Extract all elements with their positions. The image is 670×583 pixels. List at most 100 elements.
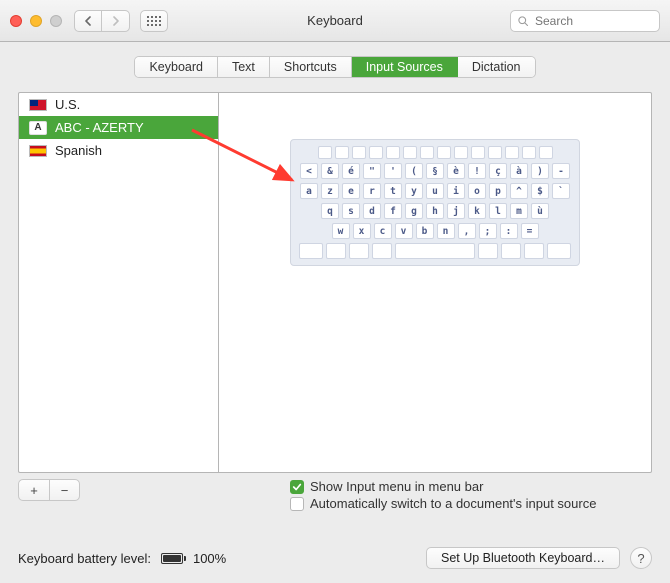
key: : [500,223,518,239]
grid-icon [147,16,161,26]
key [539,146,553,159]
key [488,146,502,159]
tab-keyboard[interactable]: Keyboard [135,57,218,77]
sources-pane: U.S. A ABC - AZERTY Spanish [19,93,219,472]
key: o [468,183,486,199]
key [299,243,323,259]
key [395,243,475,259]
options: Show Input menu in menu bar Automaticall… [290,479,596,513]
back-button[interactable] [74,10,102,32]
key: l [489,203,507,219]
key: " [363,163,381,179]
key [505,146,519,159]
key: x [353,223,371,239]
key: s [342,203,360,219]
key: y [405,183,423,199]
key: è [447,163,465,179]
key: ç [489,163,507,179]
key [369,146,383,159]
window-controls [10,15,62,27]
flag-us-icon [29,99,47,111]
key: ù [531,203,549,219]
key [372,243,392,259]
key [403,146,417,159]
key: t [384,183,402,199]
under-panes: + − Show Input menu in menu bar Automati… [18,473,652,513]
key [501,243,521,259]
tab-shortcuts[interactable]: Shortcuts [270,57,352,77]
help-button[interactable]: ? [630,547,652,569]
key: p [489,183,507,199]
add-source-button[interactable]: + [19,480,49,500]
keyboard-badge-icon: A [29,121,47,135]
key: i [447,183,465,199]
key: w [332,223,350,239]
option-show-menu[interactable]: Show Input menu in menu bar [290,479,596,494]
key: r [363,183,381,199]
key: é [342,163,360,179]
battery-value: 100% [193,551,226,566]
key: n [437,223,455,239]
key: e [342,183,360,199]
source-label: Spanish [55,143,102,158]
key [478,243,498,259]
pref-tabs: KeyboardTextShortcutsInput SourcesDictat… [134,56,535,78]
tab-input-sources[interactable]: Input Sources [352,57,458,77]
key: = [521,223,539,239]
keyboard-preview: <&é"'(§è!çà)-azertyuiop^$`qsdfghjklmùwxc… [290,139,580,266]
footer: Keyboard battery level: 100% Set Up Blue… [18,513,652,569]
key: - [552,163,570,179]
minimize-window-button[interactable] [30,15,42,27]
key: , [458,223,476,239]
key: j [447,203,465,219]
key [524,243,544,259]
key [318,146,332,159]
key [386,146,400,159]
key: b [416,223,434,239]
keyboard-preview-pane: <&é"'(§è!çà)-azertyuiop^$`qsdfghjklmùwxc… [219,93,651,472]
nav-back-forward [74,10,130,32]
show-all-button[interactable] [140,10,168,32]
forward-button[interactable] [102,10,130,32]
key: g [405,203,423,219]
key: m [510,203,528,219]
zoom-window-button[interactable] [50,15,62,27]
option-auto-switch-label: Automatically switch to a document's inp… [310,496,596,511]
key: a [300,183,318,199]
close-window-button[interactable] [10,15,22,27]
key [454,146,468,159]
search-input[interactable] [533,13,653,29]
key: ( [405,163,423,179]
key: ^ [510,183,528,199]
source-label: U.S. [55,97,80,112]
key: f [384,203,402,219]
checkbox-auto-switch[interactable] [290,497,304,511]
option-auto-switch[interactable]: Automatically switch to a document's inp… [290,496,596,511]
bluetooth-setup-button[interactable]: Set Up Bluetooth Keyboard… [426,547,620,569]
key [420,146,434,159]
battery-icon [161,553,183,564]
source-item[interactable]: U.S. [19,93,218,116]
key: ! [468,163,486,179]
titlebar: Keyboard [0,0,670,42]
key: à [510,163,528,179]
source-item[interactable]: Spanish [19,139,218,162]
source-list[interactable]: U.S. A ABC - AZERTY Spanish [19,93,218,472]
key: ) [531,163,549,179]
source-item[interactable]: A ABC - AZERTY [19,116,218,139]
key: d [363,203,381,219]
search-icon [517,15,529,27]
key [522,146,536,159]
key: k [468,203,486,219]
source-label: ABC - AZERTY [55,120,144,135]
content-panes: U.S.AABC - AZERTYSpanish <&é"'(§è!çà)-az… [18,92,652,473]
key: c [374,223,392,239]
search-field[interactable] [510,10,660,32]
key [349,243,369,259]
checkbox-show-menu[interactable] [290,480,304,494]
key: v [395,223,413,239]
key [471,146,485,159]
tab-dictation[interactable]: Dictation [458,57,535,77]
remove-source-button[interactable]: − [49,480,79,500]
tab-text[interactable]: Text [218,57,270,77]
